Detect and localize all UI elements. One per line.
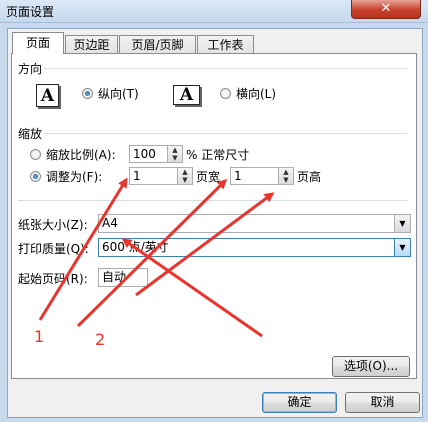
dialog-body: 页面 页边距 页眉/页脚 工作表 方向 A 纵向(T) A 横向(L) 缩放 缩… xyxy=(7,28,423,418)
landscape-label[interactable]: 横向(L) xyxy=(236,85,276,102)
divider xyxy=(44,133,408,134)
close-icon: ✕ xyxy=(380,1,392,16)
scale-percent-input[interactable]: 100 ▲ ▼ xyxy=(129,145,183,163)
normal-size-label: % 正常尺寸 xyxy=(186,148,250,162)
print-quality-select[interactable]: 600 点/英寸 ▼ xyxy=(98,238,411,257)
landscape-page-icon: A xyxy=(173,85,200,105)
spin-up-icon: ▲ xyxy=(283,168,289,176)
window-title: 页面设置 xyxy=(6,5,55,19)
tab-label: 页眉/页脚 xyxy=(131,38,184,52)
options-button[interactable]: 选项(O)... xyxy=(332,356,410,377)
cancel-button[interactable]: 取消 xyxy=(345,392,420,413)
tab-label: 工作表 xyxy=(207,38,244,52)
close-button[interactable]: ✕ xyxy=(351,0,421,19)
paper-size-label: 纸张大小(Z): xyxy=(18,218,88,232)
scaling-section-label: 缩放 xyxy=(18,127,43,141)
print-quality-label: 打印质量(Q): xyxy=(18,242,89,256)
landscape-radio[interactable] xyxy=(220,88,231,99)
tab-margins[interactable]: 页边距 xyxy=(65,35,118,53)
portrait-page-icon: A xyxy=(36,84,59,107)
pages-wide-spinner[interactable]: ▲ ▼ xyxy=(177,168,192,184)
pages-wide-label: 页宽 xyxy=(196,170,221,184)
adjust-to-label[interactable]: 缩放比例(A): xyxy=(46,146,116,163)
spin-down-icon: ▼ xyxy=(182,176,188,184)
spin-up-icon: ▲ xyxy=(172,146,178,154)
spin-down-icon: ▼ xyxy=(283,176,289,184)
divider xyxy=(44,68,408,69)
portrait-radio[interactable] xyxy=(82,88,93,99)
tab-header-footer[interactable]: 页眉/页脚 xyxy=(119,35,196,53)
chevron-down-icon[interactable]: ▼ xyxy=(394,215,410,232)
fit-to-radio[interactable] xyxy=(30,171,41,182)
ok-button[interactable]: 确定 xyxy=(262,392,337,413)
tab-page[interactable]: 页面 xyxy=(12,32,64,54)
divider xyxy=(18,200,408,201)
tab-label: 页边距 xyxy=(73,38,110,52)
pages-tall-label: 页高 xyxy=(297,170,322,184)
chevron-down-icon[interactable]: ▼ xyxy=(394,239,410,256)
page-tab-panel: 方向 A 纵向(T) A 横向(L) 缩放 缩放比例(A): 100 ▲ ▼ %… xyxy=(11,53,417,379)
fit-to-label[interactable]: 调整为(F): xyxy=(46,168,102,185)
pages-wide-input[interactable]: 1 ▲ ▼ xyxy=(129,167,193,185)
tab-label: 页面 xyxy=(25,36,50,50)
scale-spinner[interactable]: ▲ ▼ xyxy=(167,146,182,162)
spin-down-icon: ▼ xyxy=(172,154,178,162)
first-page-number-label: 起始页码(R): xyxy=(18,272,88,286)
first-page-number-input[interactable]: 自动 xyxy=(98,268,148,287)
title-bar: 页面设置 ✕ xyxy=(0,0,428,23)
pages-tall-spinner[interactable]: ▲ ▼ xyxy=(278,168,293,184)
adjust-to-radio[interactable] xyxy=(30,149,41,160)
pages-tall-input[interactable]: 1 ▲ ▼ xyxy=(230,167,294,185)
portrait-label[interactable]: 纵向(T) xyxy=(98,85,139,102)
tab-sheet[interactable]: 工作表 xyxy=(197,35,254,53)
orientation-section-label: 方向 xyxy=(18,62,43,76)
spin-up-icon: ▲ xyxy=(182,168,188,176)
paper-size-select[interactable]: A4 ▼ xyxy=(98,214,411,233)
